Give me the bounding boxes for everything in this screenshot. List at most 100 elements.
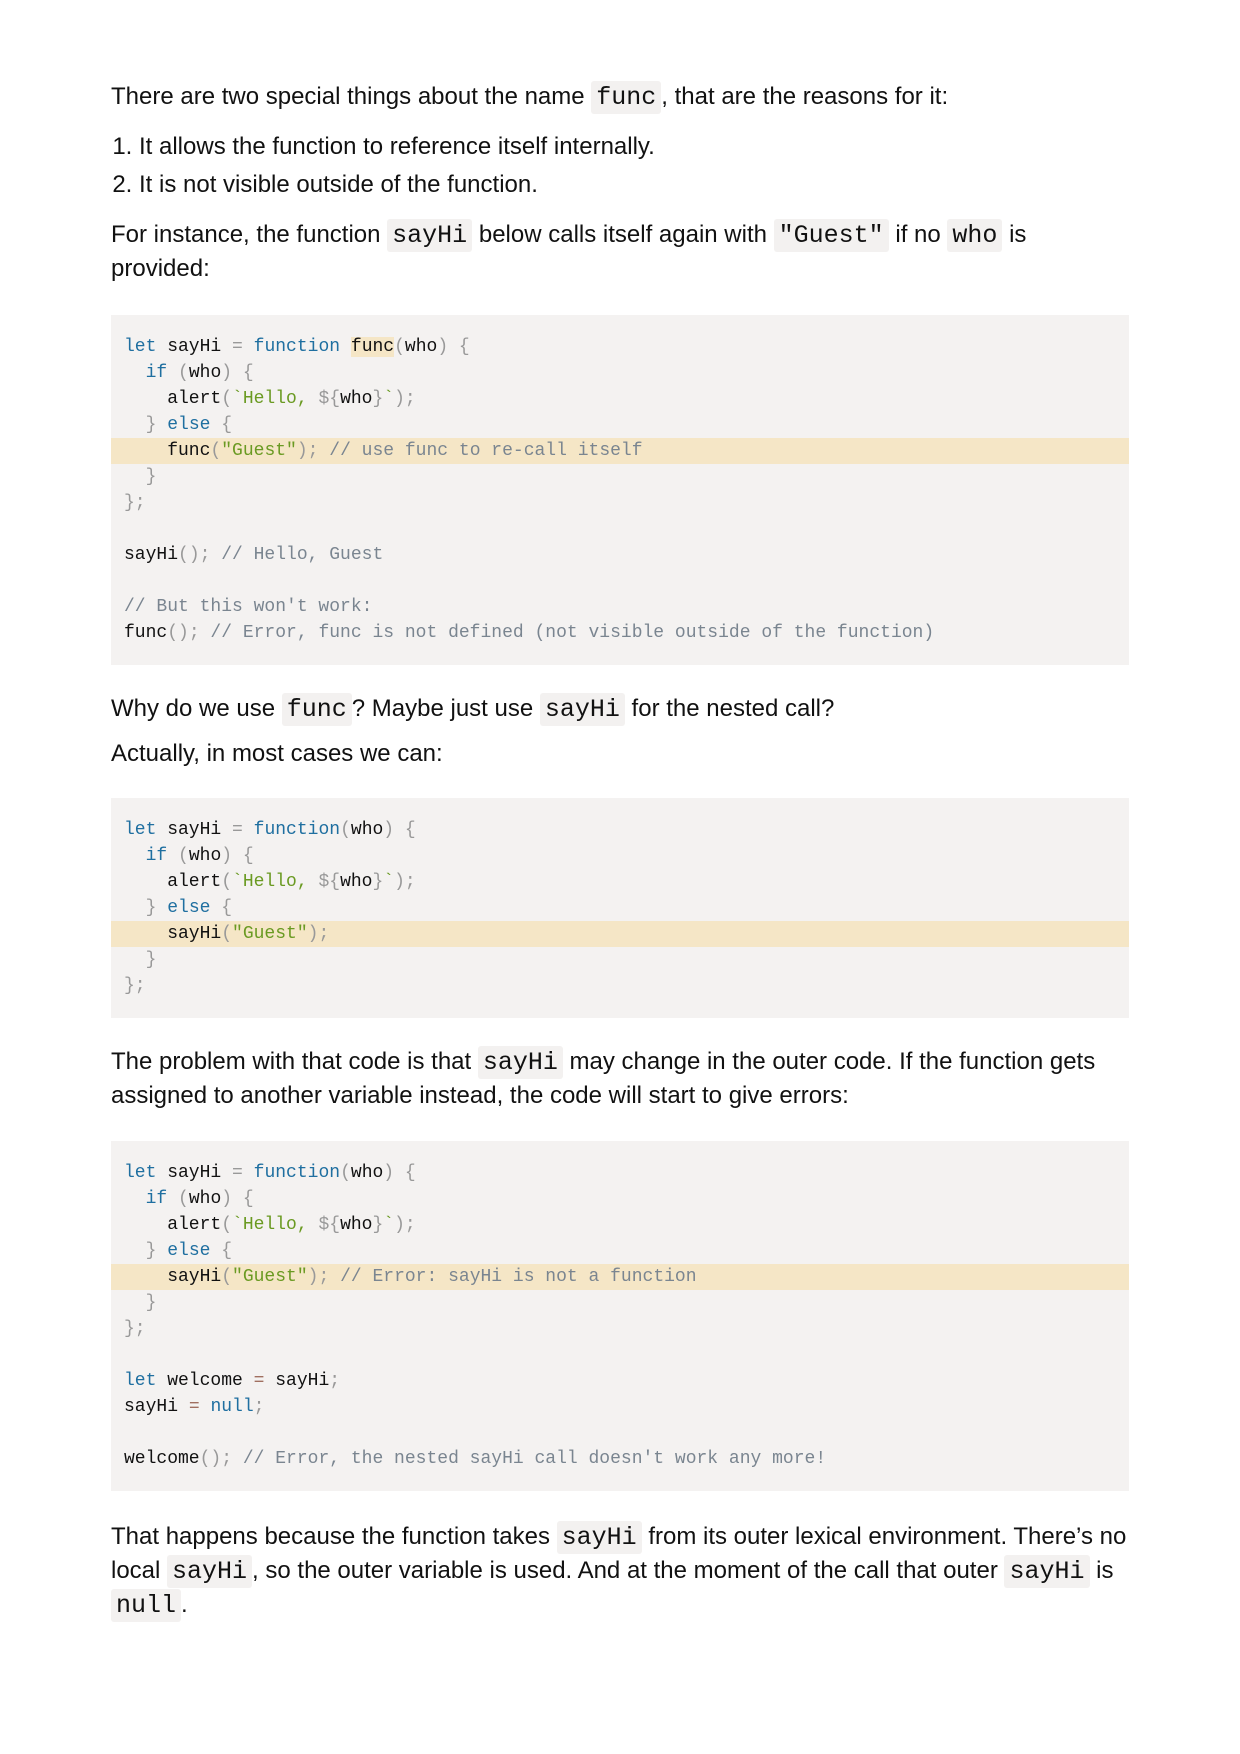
code-token: } — [124, 950, 157, 970]
code-token: ( — [178, 846, 189, 866]
code-token: ( — [221, 1267, 233, 1287]
code-line: alert(`Hello, ${who}`); — [111, 869, 1129, 895]
code-token: ); — [307, 924, 330, 944]
text: That happens because the function takes — [111, 1523, 557, 1550]
code-line: sayHi = null; — [111, 1394, 1129, 1420]
code-token: } — [372, 872, 384, 892]
code-line: func("Guest"); // use func to re-call it… — [111, 438, 1129, 464]
code-token: ( — [340, 820, 351, 840]
code-token: ( — [178, 1189, 189, 1209]
code-token: = — [232, 1163, 243, 1183]
code-line: if (who) { — [111, 360, 1129, 386]
code-token: let — [124, 337, 157, 357]
code-token: func — [350, 337, 395, 357]
code-token: alert — [124, 872, 222, 892]
code-line: welcome(); // Error, the nested sayHi ca… — [111, 1446, 1129, 1472]
code-line: } else { — [111, 1238, 1129, 1264]
why-paragraph: Why do we use func? Maybe just use sayHi… — [111, 692, 1129, 726]
code-token: // Error, the nested sayHi call doesn't … — [232, 1449, 827, 1469]
code-line: } else { — [111, 412, 1129, 438]
text: The problem with that code is that — [111, 1048, 478, 1075]
code-token: } — [372, 389, 384, 409]
code-token: }; — [124, 493, 146, 513]
code-token: ( — [221, 872, 233, 892]
code-line: alert(`Hello, ${who}`); — [111, 1212, 1129, 1238]
inline-code: sayHi — [387, 219, 473, 252]
inline-code: sayHi — [556, 1521, 642, 1554]
inline-code: func — [281, 693, 352, 726]
code-token: ); — [394, 872, 416, 892]
code-block-1: let sayHi = function func(who) { if (who… — [111, 315, 1129, 665]
text: ? Maybe just use — [351, 695, 540, 722]
code-token: } — [372, 1215, 384, 1235]
reasons-list: It allows the function to reference itse… — [111, 128, 1129, 204]
code-token: ${ — [318, 389, 341, 409]
list-item: It is not visible outside of the functio… — [139, 166, 1129, 204]
code-line: if (who) { — [111, 843, 1129, 869]
code-line: } — [111, 1290, 1129, 1316]
inline-code-func: func — [591, 81, 662, 114]
code-token: { — [210, 415, 233, 435]
code-token: let — [124, 820, 157, 840]
code-token: ) { — [383, 820, 416, 840]
text: below calls itself again with — [472, 221, 774, 248]
code-token: welcome — [156, 1371, 254, 1391]
code-token: function — [253, 820, 341, 840]
inline-code: who — [947, 219, 1003, 252]
code-token: who — [350, 820, 384, 840]
code-line: let sayHi = function func(who) { — [111, 334, 1129, 360]
code-line: let sayHi = function(who) { — [111, 817, 1129, 843]
code-token: who — [350, 1163, 384, 1183]
code-line: }; — [111, 1316, 1129, 1342]
code-token: ${ — [318, 1215, 341, 1235]
text: For instance, the function — [111, 221, 388, 248]
code-token: = — [232, 820, 243, 840]
code-line: } — [111, 464, 1129, 490]
code-token: // Error, func is not defined (not visib… — [199, 623, 935, 643]
code-token: who — [340, 389, 373, 409]
code-line: // But this won't work: — [111, 594, 1129, 620]
code-token: who — [188, 1189, 222, 1209]
code-token: { — [210, 898, 233, 918]
code-token: // Error: sayHi is not a function — [329, 1267, 697, 1287]
code-token: function — [253, 1163, 341, 1183]
code-token: sayHi — [124, 1397, 189, 1417]
code-token: } — [124, 467, 157, 487]
code-token: welcome — [124, 1449, 200, 1469]
code-token: } — [124, 898, 168, 918]
intro-paragraph: There are two special things about the n… — [111, 80, 1129, 114]
intro-text-2: , that are the reasons for it: — [661, 83, 949, 110]
code-line: func(); // Error, func is not defined (n… — [111, 620, 1129, 646]
code-line: if (who) { — [111, 1186, 1129, 1212]
code-line: }; — [111, 490, 1129, 516]
inline-code: sayHi — [167, 1555, 253, 1588]
inline-code: null — [111, 1589, 182, 1622]
code-token: ( — [221, 389, 233, 409]
code-token: } — [124, 1241, 168, 1261]
code-token: // use func to re-call itself — [318, 441, 643, 461]
code-token: // But this won't work: — [124, 597, 373, 617]
code-token: sayHi — [156, 1163, 233, 1183]
code-token: } — [124, 1293, 157, 1313]
inline-code: sayHi — [539, 693, 625, 726]
code-token: ${ — [318, 872, 341, 892]
code-token: = — [253, 1371, 265, 1391]
code-token: "Guest" — [232, 1267, 308, 1287]
code-token: ) { — [383, 1163, 416, 1183]
code-token: who — [188, 846, 222, 866]
code-token: func — [124, 441, 211, 461]
code-line: let sayHi = function(who) { — [111, 1160, 1129, 1186]
code-token: ` — [383, 872, 395, 892]
code-token: function — [253, 337, 341, 357]
text: for the nested call? — [624, 695, 835, 722]
code-token: let — [124, 1371, 157, 1391]
code-line: }; — [111, 973, 1129, 999]
